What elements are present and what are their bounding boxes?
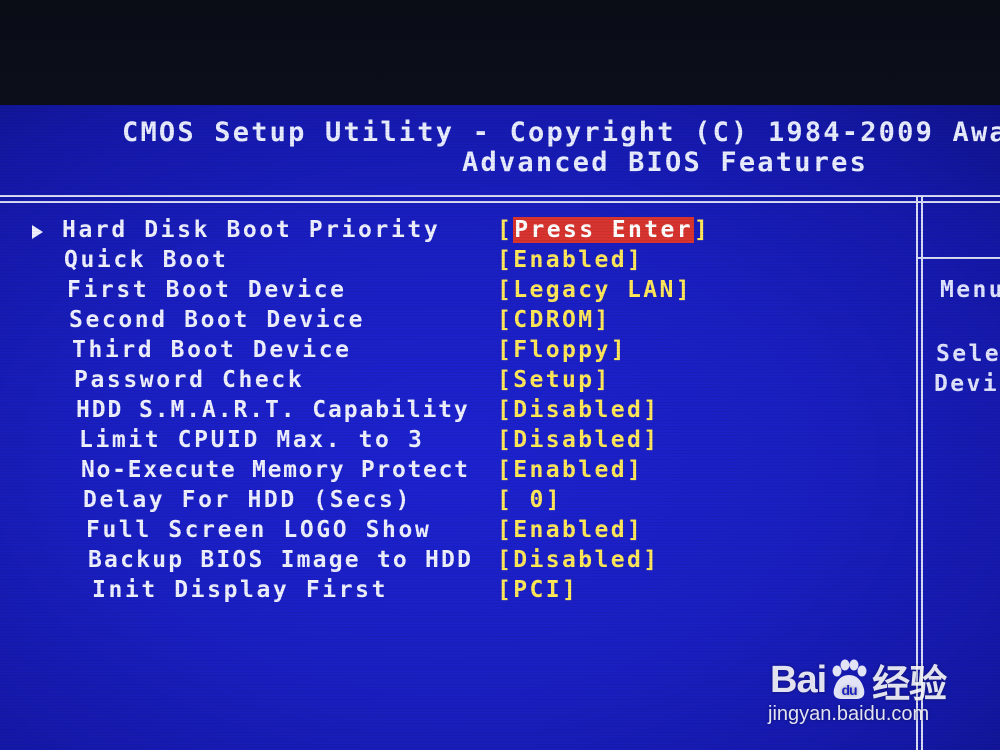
setting-label: Backup BIOS Image to HDD bbox=[88, 547, 474, 573]
setting-label: HDD S.M.A.R.T. Capability bbox=[76, 397, 470, 423]
setting-third-boot-device[interactable]: Third Boot Device [Floppy] bbox=[0, 337, 910, 367]
setting-label: Password Check bbox=[74, 367, 305, 393]
setting-value[interactable]: [Disabled] bbox=[497, 397, 659, 423]
baidu-watermark-logo: Bai du 经验 bbox=[770, 655, 947, 706]
setting-quick-boot[interactable]: Quick Boot [Enabled] bbox=[0, 247, 910, 277]
frame-border-top-inner bbox=[0, 201, 1000, 203]
setting-label: Limit CPUID Max. to 3 bbox=[79, 427, 425, 453]
help-panel-separator bbox=[918, 257, 1000, 259]
page-title: Advanced BIOS Features bbox=[462, 147, 869, 178]
setting-label: Delay For HDD (Secs) bbox=[83, 487, 412, 513]
setting-second-boot-device[interactable]: Second Boot Device [CDROM] bbox=[0, 307, 910, 337]
watermark-url: jingyan.baidu.com bbox=[768, 703, 930, 725]
help-panel-title: Menu bbox=[940, 277, 1000, 303]
setting-first-boot-device[interactable]: First Boot Device [Legacy LAN] bbox=[0, 277, 910, 307]
utility-title: CMOS Setup Utility - Copyright (C) 1984-… bbox=[122, 117, 1000, 148]
frame-border-top bbox=[0, 195, 1000, 197]
settings-list: Hard Disk Boot Priority [Press Enter] Qu… bbox=[0, 217, 910, 607]
setting-value[interactable]: [Disabled] bbox=[497, 547, 659, 573]
photo-viewport: CMOS Setup Utility - Copyright (C) 1984-… bbox=[0, 0, 1000, 750]
setting-value[interactable]: [Enabled] bbox=[497, 457, 643, 483]
setting-label: No-Execute Memory Protect bbox=[81, 457, 470, 483]
setting-password-check[interactable]: Password Check [Setup] bbox=[0, 367, 910, 397]
setting-hard-disk-boot-priority[interactable]: Hard Disk Boot Priority [Press Enter] bbox=[0, 217, 910, 247]
baidu-paw-icon: du bbox=[828, 659, 870, 701]
setting-value[interactable]: [ 0] bbox=[497, 487, 562, 513]
setting-value[interactable]: [Press Enter] bbox=[497, 217, 710, 243]
setting-value[interactable]: [Setup] bbox=[497, 367, 611, 393]
setting-value[interactable]: [Enabled] bbox=[497, 517, 643, 543]
setting-label: Hard Disk Boot Priority bbox=[62, 217, 441, 243]
setting-label: Init Display First bbox=[92, 577, 389, 603]
help-panel-text: Sele bbox=[936, 341, 1000, 367]
setting-no-execute-memory-protect[interactable]: No-Execute Memory Protect [Enabled] bbox=[0, 457, 910, 487]
bios-screen: CMOS Setup Utility - Copyright (C) 1984-… bbox=[0, 105, 1000, 750]
setting-backup-bios-image[interactable]: Backup BIOS Image to HDD [Disabled] bbox=[0, 547, 910, 577]
selected-value-highlight[interactable]: Press Enter bbox=[513, 217, 694, 243]
setting-label: Quick Boot bbox=[64, 247, 229, 273]
setting-value[interactable]: [CDROM] bbox=[497, 307, 611, 333]
submenu-arrow-icon bbox=[32, 225, 43, 239]
setting-hdd-smart-capability[interactable]: HDD S.M.A.R.T. Capability [Disabled] bbox=[0, 397, 910, 427]
setting-full-screen-logo-show[interactable]: Full Screen LOGO Show [Enabled] bbox=[0, 517, 910, 547]
setting-value[interactable]: [Disabled] bbox=[497, 427, 659, 453]
value-bracket-open: [ bbox=[497, 217, 514, 243]
setting-label: First Boot Device bbox=[67, 277, 347, 303]
paw-label: du bbox=[842, 682, 858, 698]
setting-init-display-first[interactable]: Init Display First [PCI] bbox=[0, 577, 910, 607]
setting-limit-cpuid[interactable]: Limit CPUID Max. to 3 [Disabled] bbox=[0, 427, 910, 457]
help-panel-text: Devi bbox=[934, 371, 999, 397]
setting-value[interactable]: [Enabled] bbox=[497, 247, 643, 273]
setting-label: Third Boot Device bbox=[72, 337, 352, 363]
setting-value[interactable]: [Floppy] bbox=[497, 337, 627, 363]
setting-value[interactable]: [PCI] bbox=[497, 577, 578, 603]
watermark-brand-right: 经验 bbox=[872, 663, 947, 706]
setting-label: Full Screen LOGO Show bbox=[86, 517, 432, 543]
setting-label: Second Boot Device bbox=[69, 307, 366, 333]
value-bracket-close: ] bbox=[693, 217, 711, 243]
setting-value[interactable]: [Legacy LAN] bbox=[497, 277, 692, 303]
watermark-brand-left: Bai bbox=[770, 658, 827, 701]
setting-delay-for-hdd[interactable]: Delay For HDD (Secs) [ 0] bbox=[0, 487, 910, 517]
